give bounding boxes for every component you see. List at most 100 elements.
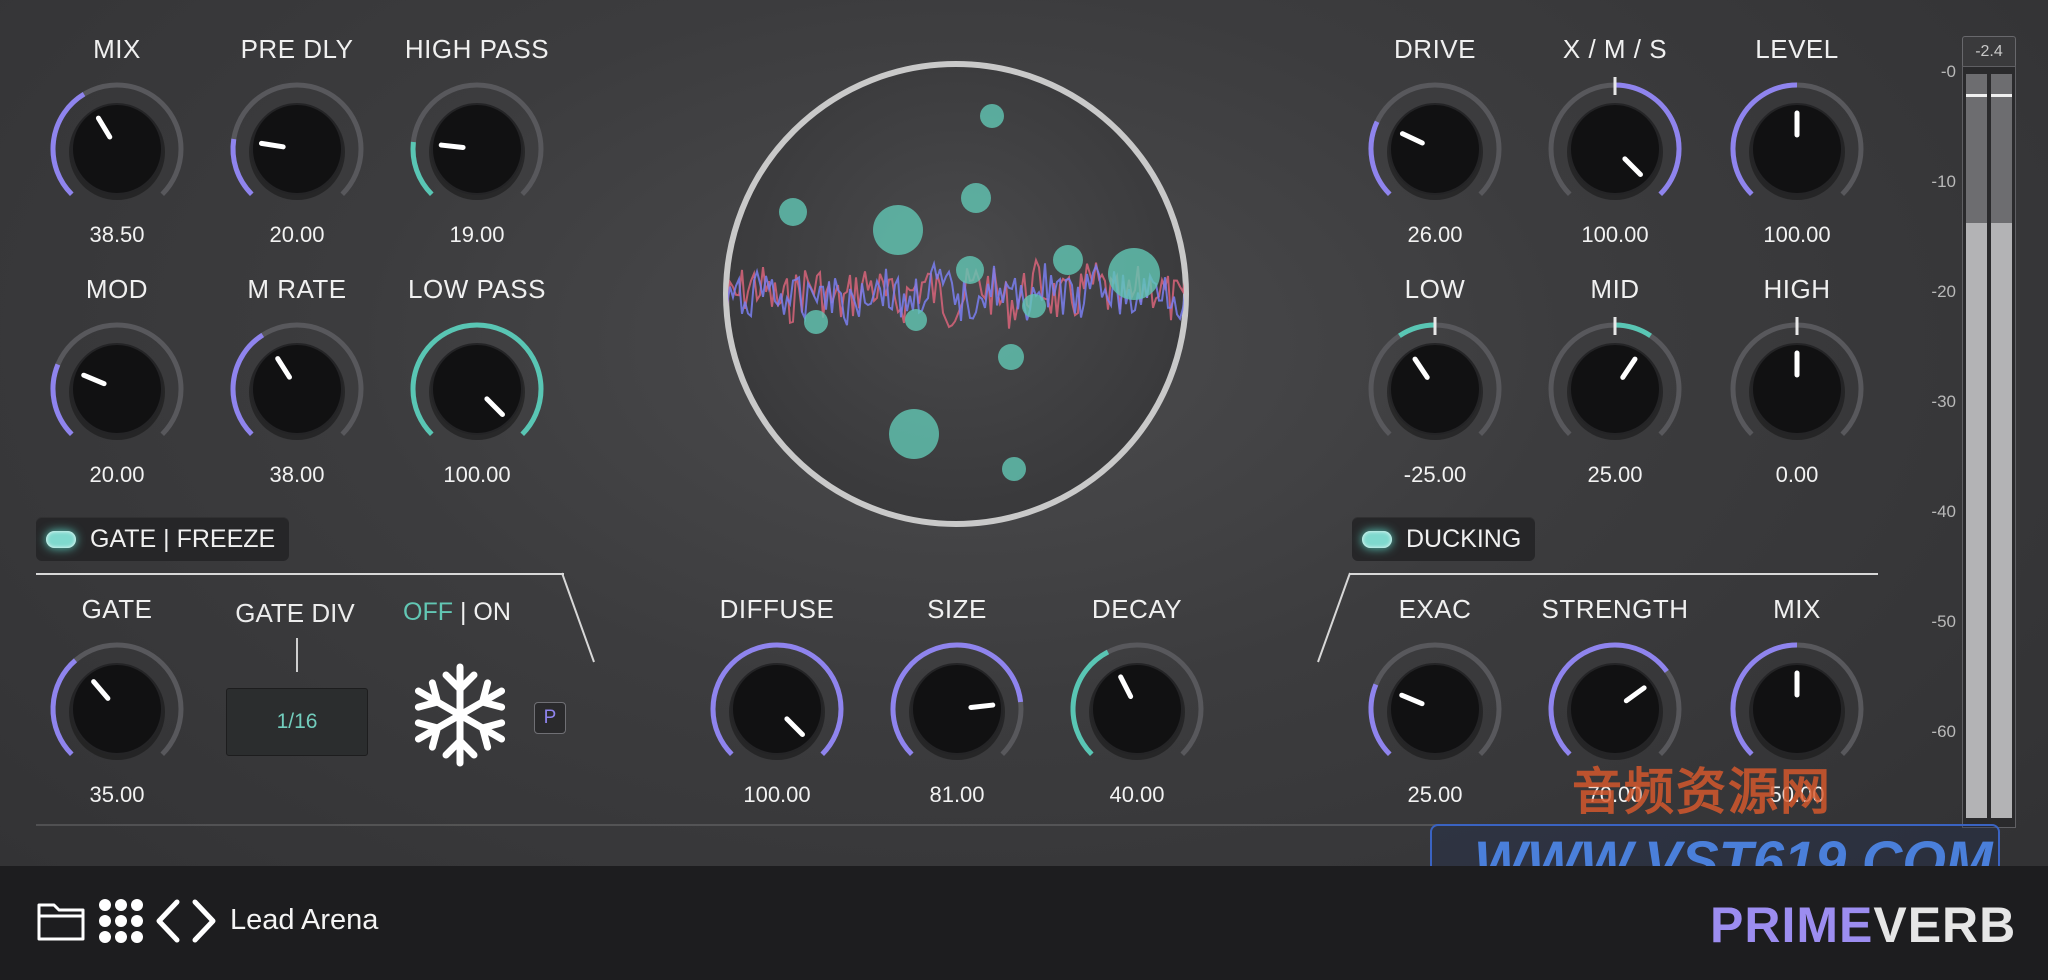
- gate-section-line: [36, 573, 564, 575]
- decay-label: DECAY: [1091, 594, 1183, 624]
- low-pass-label: LOW PASS: [408, 274, 546, 304]
- gate-value: 35.00: [89, 782, 145, 807]
- knob-drive[interactable]: DRIVE 26.00: [1360, 34, 1510, 247]
- drive-dial: [1368, 82, 1502, 200]
- knob-high-pass[interactable]: HIGH PASS 19.00: [402, 34, 552, 247]
- strength-label: STRENGTH: [1541, 594, 1689, 624]
- preset-name[interactable]: Lead Arena: [230, 904, 378, 937]
- freeze-on-label[interactable]: ON: [473, 598, 511, 626]
- mid-value: 25.00: [1587, 462, 1643, 487]
- knob-diffuse[interactable]: DIFFUSE 100.00: [702, 594, 852, 807]
- snowflake-icon[interactable]: [405, 660, 515, 770]
- size-pointer: [968, 702, 996, 710]
- high-pass-value: 19.00: [449, 222, 505, 247]
- knob-pre-dly[interactable]: PRE DLY 20.00: [222, 34, 372, 247]
- size-value: 81.00: [929, 782, 985, 807]
- low-pass-cap: [431, 343, 523, 435]
- mid-dial: [1548, 317, 1682, 440]
- footer-bar: Lead Arena PRIMEVERB: [0, 866, 2048, 980]
- freeze-switch[interactable]: OFF | ON: [403, 598, 511, 627]
- exac-label: EXAC: [1398, 594, 1472, 624]
- meter-scale-10: -10: [1931, 172, 1956, 191]
- particle: [779, 198, 807, 226]
- meter-scale-20: -20: [1931, 282, 1956, 301]
- output-meter: -2.4 -0 -10 -20 -30 -40 -50 -60: [1908, 36, 2018, 828]
- meter-scale-60: -60: [1931, 722, 1956, 741]
- mod-value: 20.00: [89, 462, 145, 487]
- meter-scale-0: -0: [1940, 62, 1956, 81]
- size-dial: [890, 642, 1024, 760]
- meter-peak-readout[interactable]: -2.4: [1962, 36, 2016, 68]
- level-value: 100.00: [1763, 222, 1831, 247]
- gate-freeze-toggle[interactable]: GATE | FREEZE: [36, 517, 290, 561]
- particle: [1002, 457, 1026, 481]
- knob-gate[interactable]: GATE 35.00: [42, 594, 192, 807]
- decay-value: 40.00: [1109, 782, 1165, 807]
- mid-cap: [1569, 343, 1661, 435]
- chevron-right-icon[interactable]: [190, 898, 218, 944]
- particle: [961, 183, 991, 213]
- grid-icon[interactable]: [98, 898, 144, 944]
- p-button[interactable]: P: [534, 702, 566, 734]
- diffuse-dial: [710, 642, 844, 760]
- knob-low[interactable]: LOW -25.00: [1360, 274, 1510, 487]
- size-label: SIZE: [927, 594, 987, 624]
- pre-dly-value: 20.00: [269, 222, 325, 247]
- mix-value: 38.50: [89, 222, 145, 247]
- chevron-left-icon[interactable]: [154, 898, 182, 944]
- reverb-visualizer: [723, 61, 1189, 527]
- primeverb-plugin-window: MIX 38.50 PRE DLY 20.00 HIGH PASS 19.00 MOD…: [0, 0, 2048, 980]
- gate-freeze-label: GATE | FREEZE: [90, 524, 276, 553]
- high-pass-cap: [431, 103, 523, 195]
- low-value: -25.00: [1403, 462, 1467, 487]
- high-label: HIGH: [1763, 274, 1831, 304]
- meter-left-track: [1966, 74, 1987, 818]
- brand-verb: VERB: [1873, 897, 2017, 953]
- knob-duck-mix[interactable]: MIX 50.00: [1722, 594, 1872, 807]
- level-dial: [1730, 82, 1864, 200]
- knob-mod[interactable]: MOD 20.00: [42, 274, 192, 487]
- mix-cap: [71, 103, 163, 195]
- size-cap: [911, 663, 1003, 755]
- ducking-led: [1362, 530, 1392, 548]
- knob-mid[interactable]: MID 25.00: [1540, 274, 1690, 487]
- freeze-off-label[interactable]: OFF: [403, 598, 453, 626]
- knob-m-rate[interactable]: M RATE 38.00: [222, 274, 372, 487]
- gate-label: GATE: [81, 594, 153, 624]
- exac-dial: [1368, 642, 1502, 760]
- diffuse-label: DIFFUSE: [719, 594, 835, 624]
- knob-mix[interactable]: MIX 38.50: [42, 34, 192, 247]
- pre-dly-label: PRE DLY: [240, 34, 354, 64]
- duck-mix-label: MIX: [1773, 594, 1821, 624]
- pre-dly-value-arc: [230, 138, 254, 197]
- ducking-toggle[interactable]: DUCKING: [1352, 517, 1536, 561]
- knob-exac[interactable]: EXAC 25.00: [1360, 594, 1510, 807]
- meter-left-peak: [1966, 94, 1987, 97]
- ducking-section-slant: [1317, 572, 1351, 663]
- drive-label: DRIVE: [1394, 34, 1476, 64]
- knob-level[interactable]: LEVEL 100.00: [1722, 34, 1872, 247]
- exac-value: 25.00: [1407, 782, 1463, 807]
- brand-prime: PRIME: [1710, 897, 1874, 953]
- knob-low-pass[interactable]: LOW PASS 100.00: [402, 274, 552, 487]
- mod-dial: [50, 322, 184, 440]
- gate-div-connector: [296, 638, 298, 672]
- knob-decay[interactable]: DECAY 40.00: [1062, 594, 1212, 807]
- knob-size[interactable]: SIZE 81.00: [882, 594, 1032, 807]
- knob-high[interactable]: HIGH 0.00: [1722, 274, 1872, 487]
- low-value-arc: [1398, 322, 1436, 338]
- ducking-section-line: [1350, 573, 1878, 575]
- particle: [956, 256, 984, 284]
- gate-freeze-led: [46, 530, 76, 548]
- knob-strength[interactable]: STRENGTH 70.00: [1540, 594, 1690, 807]
- low-pass-dial: [410, 322, 544, 440]
- drive-cap: [1389, 103, 1481, 195]
- meter-right-track: [1991, 74, 2012, 818]
- gate-div-value: 1/16: [276, 710, 318, 733]
- folder-icon[interactable]: [36, 898, 86, 942]
- gate-cap: [71, 663, 163, 755]
- particle: [980, 104, 1004, 128]
- knob-xms[interactable]: X / M / S 100.00: [1540, 34, 1690, 247]
- gate-div-display[interactable]: 1/16: [226, 688, 368, 756]
- m-rate-label: M RATE: [247, 274, 347, 304]
